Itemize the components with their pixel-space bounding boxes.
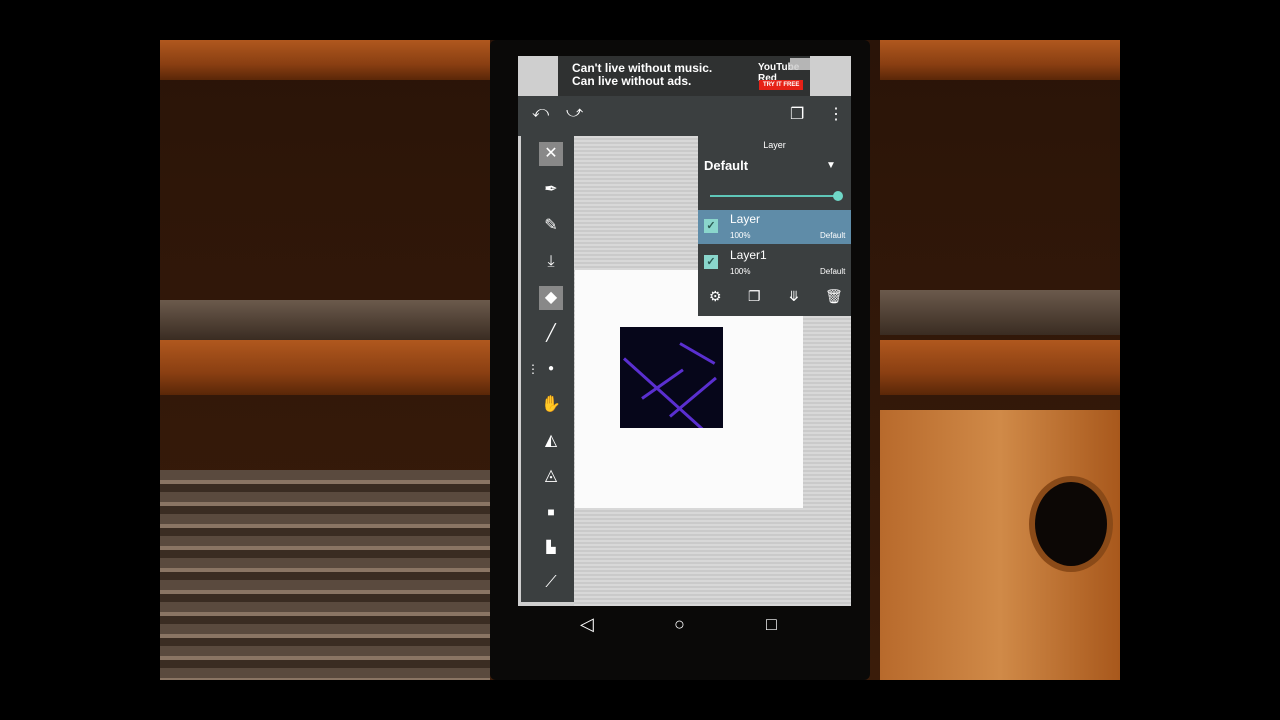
fill-icon[interactable]: ◭	[539, 429, 563, 453]
top-app-bar: ⤺ ⤻ ❐ ⋮	[518, 96, 851, 136]
layer-visibility-checkbox[interactable]: ✓	[704, 219, 718, 233]
shelf-top-left	[160, 40, 490, 80]
more-vert-icon[interactable]: ⋮	[828, 104, 844, 124]
rect-icon[interactable]: ■	[539, 500, 563, 524]
ad-close-icon[interactable]	[790, 58, 810, 70]
eraser-icon[interactable]: ◆	[539, 286, 563, 310]
redo-icon[interactable]: ⤻	[566, 104, 583, 122]
layer-name: Layer1	[730, 248, 767, 262]
layer-mode: Default	[820, 231, 846, 240]
layer-name: Layer	[730, 212, 761, 226]
ad-line1: Can't live without music.	[572, 61, 713, 75]
layer-opacity: 100%	[730, 231, 751, 240]
blur-icon[interactable]: ◬	[539, 464, 563, 488]
layer-row[interactable]: ✓ Layer1 100% Default	[698, 246, 851, 280]
back-icon[interactable]: ◁	[580, 614, 594, 635]
shelf-top-right	[880, 40, 1120, 80]
android-nav-bar: ◁ ○ □	[518, 606, 851, 646]
dropdown-arrow-icon[interactable]: ▼	[826, 160, 836, 171]
layer-panel-title: Layer	[763, 140, 786, 150]
drawer-hole	[1035, 482, 1107, 566]
paper-stack-bottom	[160, 470, 490, 680]
hand-icon[interactable]: ✋	[539, 393, 563, 417]
delete-icon[interactable]: 🗑	[825, 288, 843, 305]
layer-opacity: 100%	[730, 267, 751, 276]
brush-icon[interactable]: ⤓	[539, 250, 563, 274]
ad-line2: Can live without ads.	[572, 74, 692, 88]
layer-visibility-checkbox[interactable]: ✓	[704, 255, 718, 269]
home-icon[interactable]: ○	[674, 614, 685, 635]
eyedropper-icon[interactable]: ⟋	[539, 571, 563, 595]
merge-icon[interactable]: ⤋	[788, 288, 800, 305]
opacity-slider-knob[interactable]	[833, 191, 843, 201]
layer-row[interactable]: ✓ Layer 100% Default	[698, 210, 851, 244]
layers-icon[interactable]: ❐	[790, 104, 804, 124]
blend-mode-select[interactable]: Default	[704, 158, 748, 173]
dot-icon[interactable]: ●	[539, 357, 563, 381]
ad-cta-button[interactable]: TRY IT FREE	[759, 80, 804, 90]
pen-icon[interactable]: ✒	[539, 178, 563, 202]
opacity-slider[interactable]	[710, 195, 838, 197]
recents-icon[interactable]: □	[766, 614, 777, 635]
phone-screen: Can't live without music. Can live witho…	[518, 56, 851, 606]
shelf-mid-left	[160, 340, 490, 395]
close-icon[interactable]: ✕	[539, 142, 563, 166]
layer-mode: Default	[820, 267, 846, 276]
undo-icon[interactable]: ⤺	[532, 104, 549, 122]
shelf-mid-right	[880, 340, 1120, 395]
drawn-dark-square	[620, 327, 723, 428]
bucket-icon[interactable]: ▙	[539, 535, 563, 559]
line-icon[interactable]: ╱	[539, 322, 563, 346]
sidebar-handle-icon[interactable]: ⋮	[527, 362, 539, 376]
ad-banner[interactable]: Can't live without music. Can live witho…	[558, 56, 810, 96]
duplicate-icon[interactable]: ❐	[748, 288, 761, 305]
paper-stack	[160, 300, 490, 340]
paper-stack-right	[880, 290, 1120, 335]
pencil-icon[interactable]: ✎	[539, 214, 563, 238]
settings-icon[interactable]: ⚙	[709, 288, 722, 305]
layer-panel: Layer Default ▼ ✓ Layer 100% Default ✓ L…	[698, 136, 851, 316]
